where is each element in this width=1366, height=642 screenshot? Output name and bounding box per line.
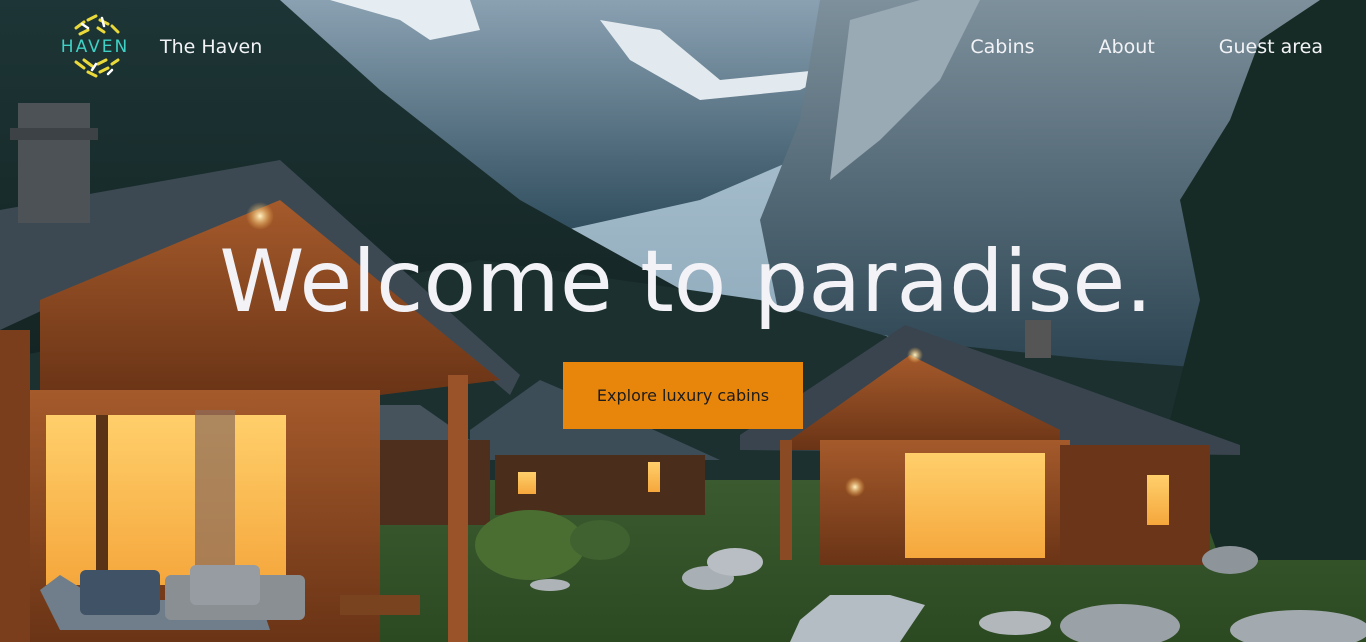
nav-link-guest-area[interactable]: Guest area xyxy=(1219,36,1323,58)
brand-name[interactable]: The Haven xyxy=(160,36,262,58)
brand: HAVEN The Haven xyxy=(54,14,262,80)
hero-section: HAVEN The Haven Cabins About Guest area … xyxy=(0,0,1366,642)
main-nav: Cabins About Guest area xyxy=(970,36,1323,58)
explore-cabins-button[interactable]: Explore luxury cabins xyxy=(563,362,803,429)
nav-link-about[interactable]: About xyxy=(1099,36,1155,58)
haven-logo[interactable]: HAVEN xyxy=(54,14,136,80)
hero-title: Welcome to paradise. xyxy=(219,232,1153,332)
logo-text: HAVEN xyxy=(60,37,130,57)
nav-link-cabins[interactable]: Cabins xyxy=(970,36,1034,58)
site-header: HAVEN The Haven Cabins About Guest area xyxy=(0,0,1366,94)
